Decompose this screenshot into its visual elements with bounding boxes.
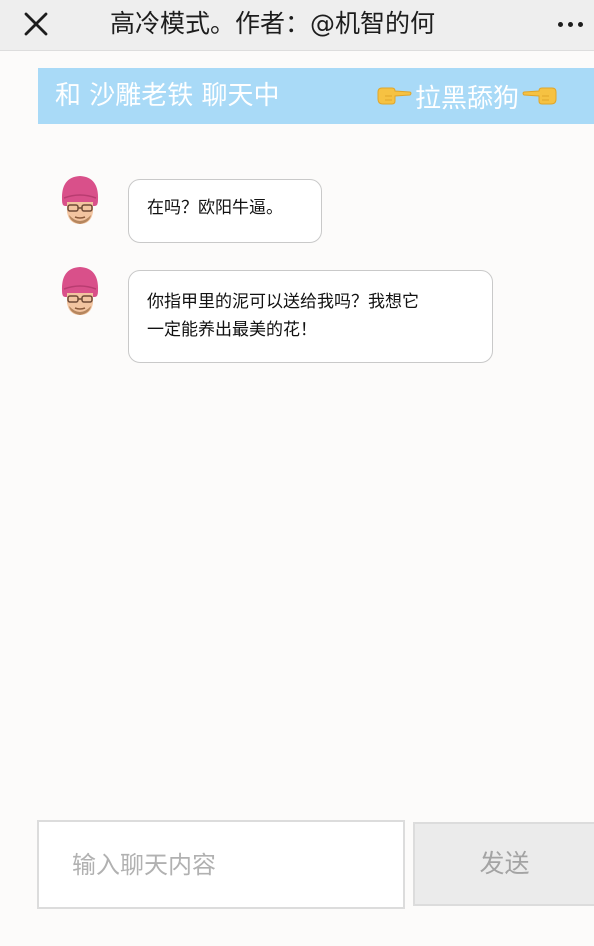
chat-status-text: 和 沙雕老铁 聊天中: [55, 81, 280, 111]
close-icon: [24, 12, 48, 36]
block-licker-button[interactable]: 拉黑舔狗: [376, 68, 594, 124]
chat-message-input[interactable]: [37, 820, 405, 909]
message-bubble: 在吗？欧阳牛逼。: [128, 179, 322, 243]
memoji-avatar-icon: [61, 267, 99, 315]
more-options-button[interactable]: [546, 6, 594, 42]
pointing-left-hand-icon: [522, 87, 557, 105]
more-dots-icon: [557, 21, 583, 27]
message-bubble: 你指甲里的泥可以送给我吗？我想它 一定能养出最美的花！: [128, 270, 493, 363]
memoji-avatar-icon: [61, 176, 99, 224]
top-bar: 高冷模式。作者：@机智的何: [0, 0, 594, 51]
block-button-label: 拉黑舔狗: [415, 83, 520, 114]
page-title: 高冷模式。作者：@机智的何: [110, 9, 436, 38]
send-button[interactable]: 发送: [413, 822, 594, 906]
message-text-line: 一定能养出最美的花！: [147, 320, 317, 340]
message-text: 在吗？欧阳牛逼。: [147, 198, 283, 218]
pointing-right-hand-icon: [377, 87, 412, 105]
message-text-line: 你指甲里的泥可以送给我吗？我想它: [147, 292, 419, 312]
close-button[interactable]: [18, 6, 54, 42]
chat-status-banner: 和 沙雕老铁 聊天中 拉黑舔狗: [38, 68, 594, 124]
